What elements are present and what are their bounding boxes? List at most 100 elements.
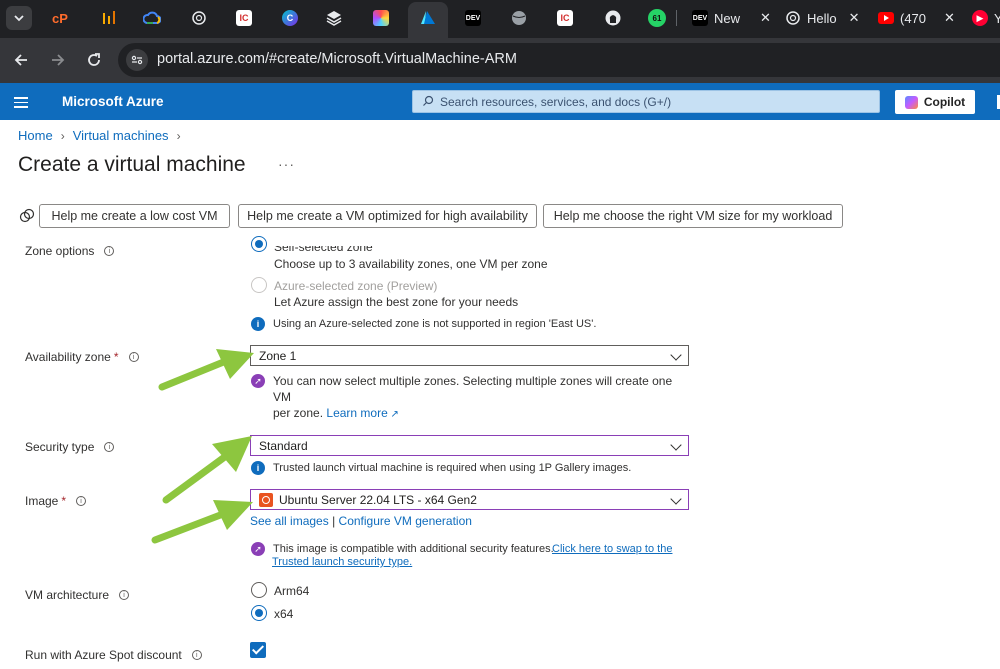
required-asterisk: * bbox=[61, 494, 67, 508]
site-settings-icon[interactable] bbox=[126, 49, 148, 71]
dev-icon: DEV bbox=[465, 10, 481, 26]
annotation-arrow-icon bbox=[151, 500, 253, 544]
analytics-icon bbox=[103, 11, 115, 24]
tab-youtube-2[interactable]: ▶ Y bbox=[966, 4, 1000, 32]
tab-separator bbox=[676, 10, 677, 26]
azure-selected-zone-desc: Let Azure assign the best zone for your … bbox=[274, 295, 519, 309]
browser-tab-strip: cP IC C DEV IC 61 DEV New ✕ Hello ✕ (470… bbox=[0, 0, 1000, 38]
security-type-note-text: Trusted launch virtual machine is requir… bbox=[273, 462, 632, 474]
annotation-arrow-icon bbox=[158, 349, 254, 391]
help-vm-size-button[interactable]: Help me choose the right VM size for my … bbox=[543, 204, 843, 228]
tab-cpanel[interactable]: cP bbox=[47, 6, 73, 30]
openai-icon bbox=[192, 11, 206, 25]
spot-discount-text: Run with Azure Spot discount bbox=[25, 648, 182, 662]
brand-title[interactable]: Microsoft Azure bbox=[62, 94, 164, 109]
tab-hello[interactable]: Hello ✕ bbox=[779, 4, 866, 32]
close-icon[interactable]: ✕ bbox=[849, 10, 860, 26]
tab-title: Hello bbox=[807, 10, 837, 26]
breadcrumb: Home › Virtual machines › bbox=[18, 128, 181, 143]
google-cloud-icon bbox=[143, 11, 161, 24]
forward-arrow-icon[interactable] bbox=[47, 49, 69, 71]
tab-ic-1[interactable]: IC bbox=[231, 6, 257, 30]
youtube-music-icon: ▶ bbox=[972, 10, 988, 26]
help-low-cost-vm-button[interactable]: Help me create a low cost VM bbox=[39, 204, 230, 228]
spot-discount-checkbox[interactable] bbox=[250, 642, 266, 658]
swap-security-link-2[interactable]: Trusted launch security type. bbox=[272, 554, 412, 570]
close-icon[interactable]: ✕ bbox=[944, 10, 955, 26]
tab-colorful[interactable] bbox=[368, 6, 394, 30]
radio-x64[interactable] bbox=[251, 605, 267, 621]
reload-icon[interactable] bbox=[83, 49, 105, 71]
availability-zone-label: Availability zone * i bbox=[25, 350, 139, 364]
learn-more-link[interactable]: Learn more bbox=[326, 406, 387, 420]
tab-chatgpt-1[interactable] bbox=[186, 6, 212, 30]
whatsapp-badge-icon: 61 bbox=[648, 9, 666, 27]
info-icon[interactable]: i bbox=[104, 442, 115, 452]
zone-info-note: i Using an Azure-selected zone is not su… bbox=[251, 316, 596, 332]
openai-icon bbox=[786, 11, 800, 25]
configure-vm-generation-link[interactable]: Configure VM generation bbox=[339, 514, 472, 528]
chevron-down-icon bbox=[670, 439, 682, 451]
tab-dev-1[interactable]: DEV bbox=[460, 6, 486, 30]
info-icon[interactable]: i bbox=[76, 496, 87, 506]
spot-discount-label: Run with Azure Spot discount i bbox=[25, 648, 202, 662]
url-text: portal.azure.com/#create/Microsoft.Virtu… bbox=[157, 51, 517, 67]
dev-icon: DEV bbox=[692, 10, 708, 26]
info-icon[interactable]: i bbox=[119, 590, 130, 600]
tab-azure[interactable] bbox=[415, 6, 441, 30]
global-search-input[interactable]: Search resources, services, and docs (G+… bbox=[412, 90, 880, 113]
radio-azure-selected-zone[interactable] bbox=[251, 277, 267, 293]
cpanel-icon: cP bbox=[52, 10, 68, 26]
tab-dev-new[interactable]: DEV New ✕ bbox=[686, 4, 777, 32]
radio-arm64[interactable] bbox=[251, 582, 267, 598]
address-bar[interactable]: portal.azure.com/#create/Microsoft.Virtu… bbox=[118, 43, 1000, 77]
tab-whatsapp[interactable]: 61 bbox=[644, 6, 670, 30]
availability-zone-select[interactable]: Zone 1 bbox=[250, 345, 689, 366]
ubuntu-icon bbox=[259, 492, 273, 507]
tab-search-button[interactable] bbox=[6, 6, 32, 30]
search-placeholder: Search resources, services, and docs (G+… bbox=[440, 95, 672, 109]
breadcrumb-home[interactable]: Home bbox=[18, 128, 53, 143]
arm64-label: Arm64 bbox=[274, 584, 310, 598]
vm-architecture-label: VM architecture i bbox=[25, 588, 130, 602]
menu-icon[interactable] bbox=[14, 97, 28, 111]
tab-github[interactable] bbox=[600, 6, 626, 30]
browser-toolbar: portal.azure.com/#create/Microsoft.Virtu… bbox=[0, 38, 1000, 83]
info-icon[interactable]: i bbox=[104, 246, 115, 256]
layers-icon bbox=[326, 11, 342, 26]
availability-zone-note-line-2: per zone. bbox=[273, 406, 324, 420]
info-icon[interactable]: i bbox=[191, 650, 202, 660]
availability-zone-text: Availability zone bbox=[25, 350, 111, 364]
availability-zone-value: Zone 1 bbox=[259, 348, 297, 363]
help-high-availability-button[interactable]: Help me create a VM optimized for high a… bbox=[238, 204, 537, 228]
back-arrow-icon[interactable] bbox=[10, 49, 32, 71]
close-icon[interactable]: ✕ bbox=[760, 10, 771, 26]
tab-layers[interactable] bbox=[321, 6, 347, 30]
self-selected-zone-label: Self-selected zone bbox=[274, 240, 373, 254]
chevron-down-icon bbox=[670, 493, 682, 505]
external-link-icon: ↗ bbox=[387, 409, 399, 420]
radio-self-selected-zone[interactable] bbox=[251, 236, 267, 252]
copilot-button[interactable]: Copilot bbox=[895, 90, 975, 114]
security-type-select[interactable]: Standard bbox=[250, 435, 689, 456]
availability-zone-note: ➚ You can now select multiple zones. Sel… bbox=[251, 373, 681, 423]
tab-title: Y bbox=[994, 10, 1000, 26]
security-type-text: Security type bbox=[25, 440, 95, 454]
tab-canva[interactable]: C bbox=[277, 6, 303, 30]
breadcrumb-virtual-machines[interactable]: Virtual machines bbox=[73, 128, 169, 143]
tab-ic-2[interactable]: IC bbox=[552, 6, 578, 30]
azure-selected-zone-label: Azure-selected zone (Preview) bbox=[274, 279, 438, 293]
tab-google-cloud[interactable] bbox=[139, 6, 165, 30]
chevron-down-icon bbox=[14, 15, 24, 22]
see-all-images-link[interactable]: See all images bbox=[250, 514, 329, 528]
security-type-label: Security type i bbox=[25, 440, 115, 454]
info-icon[interactable]: i bbox=[128, 352, 139, 362]
tab-globe[interactable] bbox=[506, 6, 532, 30]
swap-security-link[interactable]: Click here to swap to the bbox=[552, 541, 672, 557]
tab-title: (470 bbox=[900, 10, 927, 26]
more-options-button[interactable]: ··· bbox=[278, 156, 295, 172]
tab-analytics[interactable] bbox=[96, 6, 122, 30]
tab-youtube[interactable]: (470 ✕ bbox=[872, 4, 961, 32]
x64-label: x64 bbox=[274, 607, 294, 621]
image-select[interactable]: Ubuntu Server 22.04 LTS - x64 Gen2 bbox=[250, 489, 689, 510]
